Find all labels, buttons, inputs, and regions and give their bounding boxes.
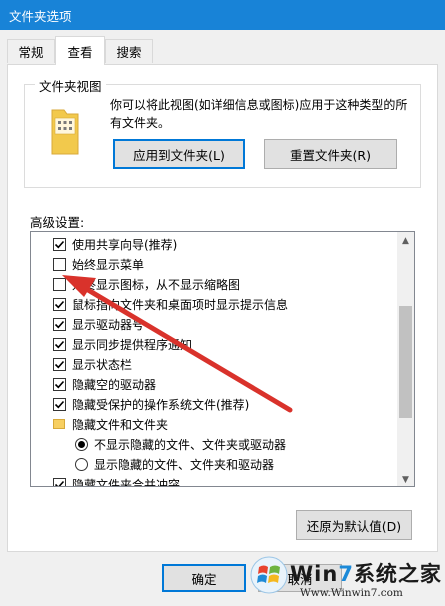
ok-button[interactable]: 确定 bbox=[162, 564, 246, 592]
advanced-option-label: 隐藏文件夹合并冲突 bbox=[72, 477, 181, 487]
checkbox-checked-icon[interactable] bbox=[53, 237, 66, 251]
advanced-option-checkbox[interactable]: 始终显示图标，从不显示缩略图 bbox=[53, 274, 240, 294]
folder-view-description: 你可以将此视图(如详细信息或图标)应用于这种类型的所有文件夹。 bbox=[110, 98, 408, 130]
advanced-option-label: 隐藏空的驱动器 bbox=[72, 377, 157, 392]
advanced-option-checkbox[interactable]: 始终显示菜单 bbox=[53, 254, 144, 274]
reset-folders-button[interactable]: 重置文件夹(R) bbox=[264, 139, 397, 169]
advanced-option-label: 始终显示图标，从不显示缩略图 bbox=[72, 277, 241, 292]
advanced-option-radio[interactable]: 不显示隐藏的文件、文件夹或驱动器 bbox=[75, 434, 286, 454]
vertical-scrollbar[interactable]: ▲ ▼ bbox=[397, 232, 414, 486]
restore-defaults-button[interactable]: 还原为默认值(D) bbox=[296, 510, 412, 540]
windows-logo-icon bbox=[250, 556, 288, 594]
scroll-up-icon[interactable]: ▲ bbox=[397, 232, 414, 249]
checkbox-checked-icon[interactable] bbox=[53, 377, 66, 391]
advanced-option-label: 显示状态栏 bbox=[72, 357, 133, 372]
checkbox-checked-icon[interactable] bbox=[53, 297, 66, 311]
advanced-option-label: 使用共享向导(推荐) bbox=[72, 237, 178, 252]
advanced-option-checkbox[interactable]: 使用共享向导(推荐) bbox=[53, 234, 177, 254]
radio-unselected-icon[interactable] bbox=[75, 457, 88, 471]
window-title: 文件夹选项 bbox=[9, 8, 72, 24]
watermark-url: Www.Winwin7.com bbox=[300, 587, 403, 599]
advanced-option-label: 不显示隐藏的文件、文件夹或驱动器 bbox=[94, 437, 287, 452]
tab-view[interactable]: 查看 bbox=[55, 36, 105, 65]
tab-search[interactable]: 搜索 bbox=[105, 39, 153, 63]
advanced-option-checkbox[interactable]: 显示驱动器号 bbox=[53, 314, 144, 334]
checkbox-checked-icon[interactable] bbox=[53, 337, 66, 351]
checkbox-checked-icon[interactable] bbox=[53, 397, 66, 411]
advanced-option-group: 隐藏文件和文件夹 bbox=[53, 414, 168, 434]
advanced-settings-items: 使用共享向导(推荐) 始终显示菜单始终显示图标，从不显示缩略图鼠标指向文件夹和桌面… bbox=[31, 232, 399, 487]
folder-icon bbox=[53, 419, 65, 429]
advanced-option-label: 隐藏文件和文件夹 bbox=[72, 417, 169, 432]
advanced-option-radio[interactable]: 显示隐藏的文件、文件夹和驱动器 bbox=[75, 454, 274, 474]
checkbox-checked-icon[interactable] bbox=[53, 357, 66, 371]
folder-view-icon bbox=[51, 109, 79, 155]
tab-general[interactable]: 常规 bbox=[7, 39, 55, 63]
tab-strip: 常规 查看 搜索 bbox=[0, 30, 445, 65]
advanced-option-label: 显示驱动器号 bbox=[72, 317, 145, 332]
radio-selected-icon[interactable] bbox=[75, 437, 88, 451]
folder-view-title: 文件夹视图 bbox=[35, 76, 106, 95]
advanced-option-checkbox[interactable]: 鼠标指向文件夹和桌面项时显示提示信息 bbox=[53, 294, 288, 314]
watermark-brand: Win7系统之家 bbox=[290, 562, 442, 586]
advanced-option-checkbox[interactable]: 显示状态栏 bbox=[53, 354, 132, 374]
scroll-down-icon[interactable]: ▼ bbox=[397, 471, 414, 486]
scrollbar-thumb[interactable] bbox=[399, 306, 412, 418]
advanced-option-label: 始终显示菜单 bbox=[72, 257, 145, 272]
advanced-option-checkbox[interactable]: 隐藏受保护的操作系统文件(推荐) bbox=[53, 394, 249, 414]
advanced-settings-label: 高级设置: bbox=[30, 215, 85, 230]
apply-to-folders-button[interactable]: 应用到文件夹(L) bbox=[113, 139, 245, 169]
title-bar[interactable]: 文件夹选项 bbox=[0, 0, 445, 30]
advanced-settings-list[interactable]: 使用共享向导(推荐) 始终显示菜单始终显示图标，从不显示缩略图鼠标指向文件夹和桌面… bbox=[30, 231, 415, 487]
advanced-option-label: 显示隐藏的文件、文件夹和驱动器 bbox=[94, 457, 275, 472]
checkbox-checked-icon[interactable] bbox=[53, 317, 66, 331]
advanced-option-label: 显示同步提供程序通知 bbox=[72, 337, 193, 352]
site-watermark: Win7系统之家 Www.Winwin7.com bbox=[246, 552, 445, 606]
advanced-option-label: 鼠标指向文件夹和桌面项时显示提示信息 bbox=[72, 297, 289, 312]
advanced-option-checkbox[interactable]: 隐藏文件夹合并冲突 bbox=[53, 474, 181, 487]
checkbox-checked-icon[interactable] bbox=[53, 477, 66, 486]
checkbox-unchecked-icon[interactable] bbox=[53, 257, 66, 271]
advanced-option-label: 隐藏受保护的操作系统文件(推荐) bbox=[72, 397, 250, 412]
checkbox-unchecked-icon[interactable] bbox=[53, 277, 66, 291]
advanced-option-checkbox[interactable]: 隐藏空的驱动器 bbox=[53, 374, 156, 394]
advanced-option-checkbox[interactable]: 显示同步提供程序通知 bbox=[53, 334, 192, 354]
